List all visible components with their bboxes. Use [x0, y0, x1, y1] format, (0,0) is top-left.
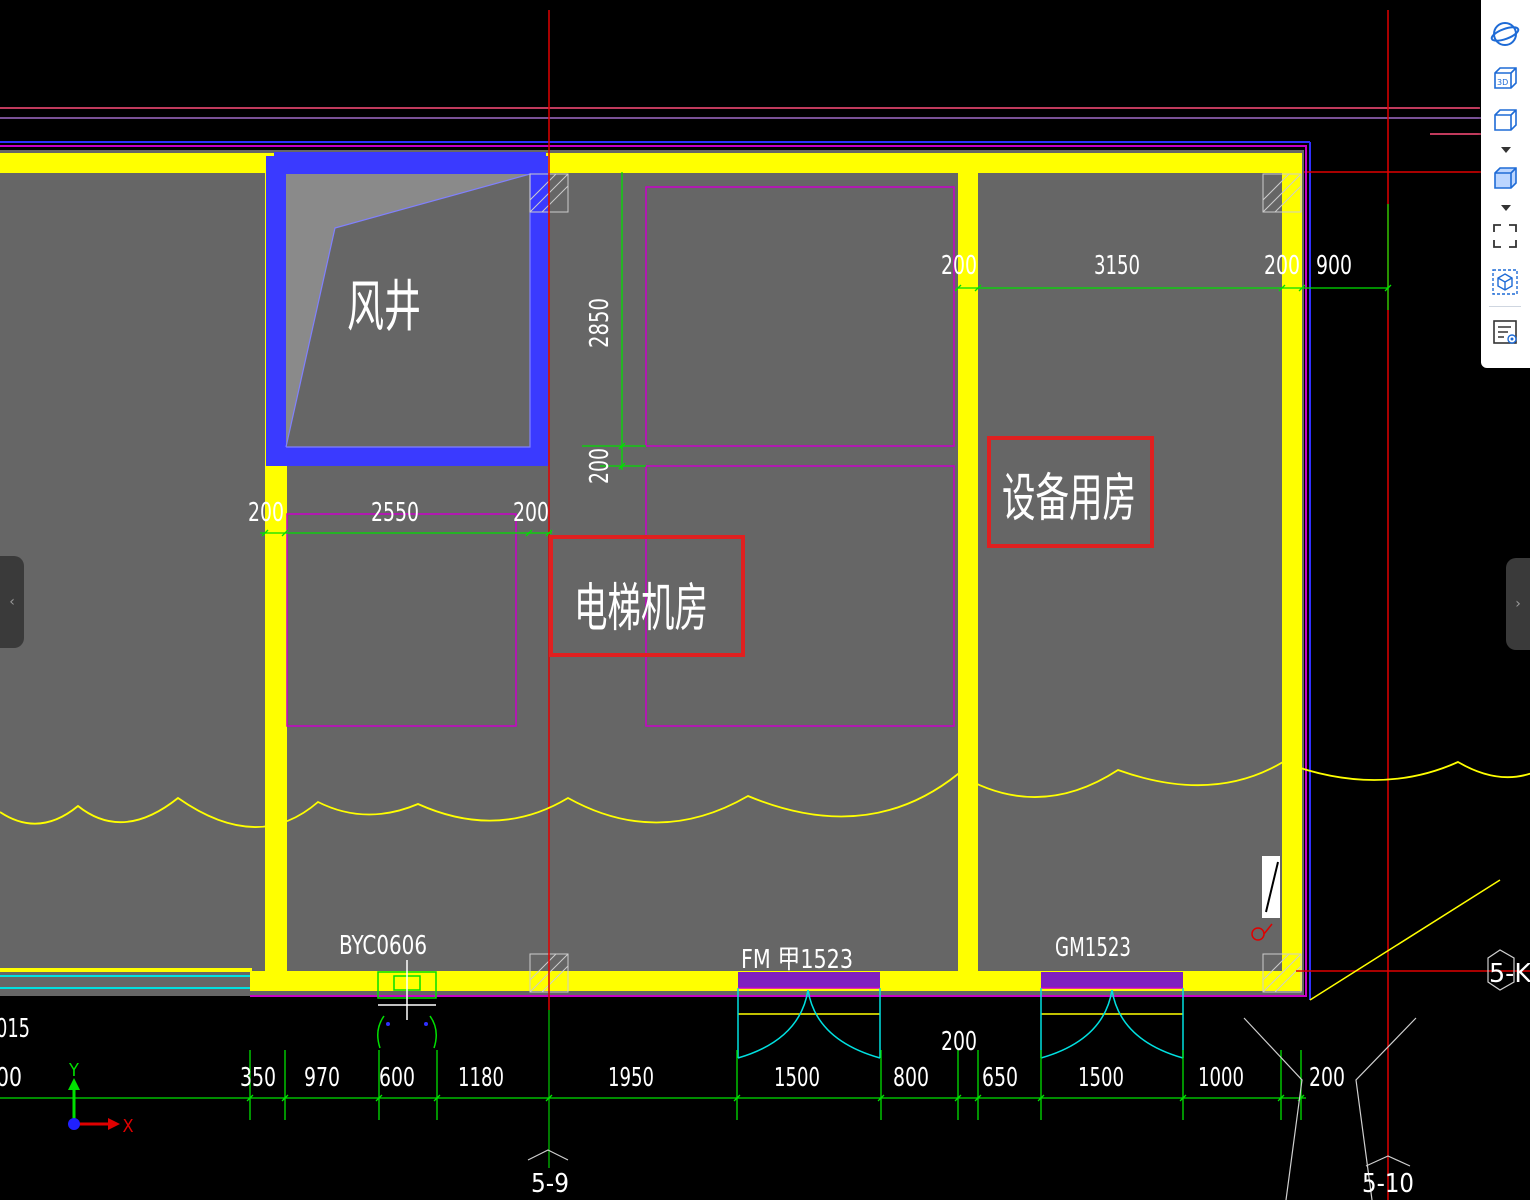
ucs-x-label: X — [122, 1116, 133, 1137]
box-view-dropdown[interactable] — [1501, 146, 1511, 154]
shaded-box-button[interactable] — [1489, 162, 1521, 194]
dim-top-3: 200 — [1264, 251, 1300, 281]
dim-bottom-6: 1500 — [774, 1063, 820, 1093]
properties-list-button[interactable] — [1489, 316, 1521, 348]
view-3d-icon: 3D — [1494, 67, 1517, 89]
right-panel-toggle[interactable]: › — [1506, 558, 1530, 650]
shaded-box-icon — [1494, 167, 1517, 189]
caret-down-icon — [1501, 205, 1511, 211]
orbit-button[interactable] — [1489, 18, 1521, 50]
dim-bottom-3: 600 — [379, 1063, 415, 1093]
dim-bottom-10: 1500 — [1078, 1063, 1124, 1093]
ucs-y-label: Y — [68, 1060, 79, 1081]
dim-top-2: 3150 — [1094, 251, 1140, 281]
dim-bottom-0: 00 — [0, 1063, 22, 1093]
label-window: BYC0606 — [339, 931, 427, 961]
dim-bottom-2: 970 — [304, 1063, 340, 1093]
room-label-air-shaft: 风井 — [347, 275, 421, 340]
dim-bottom-9: 650 — [982, 1063, 1018, 1093]
dim-bottom-12: 200 — [1309, 1063, 1345, 1093]
dim-bottom-5: 1950 — [608, 1063, 654, 1093]
view-toolbar: 3D — [1481, 0, 1530, 368]
dim-edge-015: 015 — [0, 1014, 30, 1044]
fit-view-button[interactable] — [1489, 220, 1521, 252]
chevron-right-icon: › — [1515, 596, 1521, 612]
dim-bottom-4: 1180 — [458, 1063, 504, 1093]
axis-label-right: 5-10 — [1362, 1169, 1414, 1199]
orbit-icon — [1490, 22, 1520, 46]
box-view-button[interactable] — [1489, 104, 1521, 136]
label-door: GM1523 — [1055, 933, 1131, 963]
caret-down-icon — [1501, 147, 1511, 153]
fit-view-icon — [1493, 224, 1517, 248]
drawing-canvas[interactable]: 风井 200 3150 200 900 200 2550 200 2850 20… — [0, 0, 1530, 1200]
room-label-equipment-room: 设备用房 — [1002, 469, 1136, 529]
dim-vertical-2: 200 — [585, 448, 615, 484]
axis-label-left: 5-9 — [531, 1169, 569, 1199]
label-fire-door: FM 甲1523 — [741, 945, 853, 975]
svg-text:3D: 3D — [1497, 78, 1508, 87]
dim-shaft-2: 2550 — [371, 498, 419, 528]
dim-top-4: 900 — [1316, 251, 1352, 281]
shaded-box-dropdown[interactable] — [1501, 204, 1511, 212]
dim-bottom-1: 350 — [240, 1063, 276, 1093]
box-view-icon — [1494, 109, 1517, 131]
left-panel-toggle[interactable]: ‹ — [0, 556, 24, 648]
dim-bottom-11: 1000 — [1198, 1063, 1244, 1093]
room-label-elevator-machine-room: 电梯机房 — [574, 579, 708, 639]
dim-shaft-1: 200 — [248, 498, 284, 528]
dim-bottom-7: 800 — [893, 1063, 929, 1093]
dim-top-1: 200 — [941, 251, 977, 281]
chevron-left-icon: ‹ — [9, 594, 15, 610]
axis-label-row: 5-K — [1489, 959, 1530, 989]
properties-list-icon — [1493, 320, 1517, 344]
dim-vertical-1: 2850 — [585, 298, 615, 348]
dim-bottom-8: 200 — [941, 1027, 977, 1057]
toolbar-separator — [1489, 306, 1521, 307]
dim-shaft-3: 200 — [513, 498, 549, 528]
cube-select-icon — [1492, 269, 1518, 295]
cube-select-button[interactable] — [1489, 266, 1521, 298]
view-3d-button[interactable]: 3D — [1489, 62, 1521, 94]
